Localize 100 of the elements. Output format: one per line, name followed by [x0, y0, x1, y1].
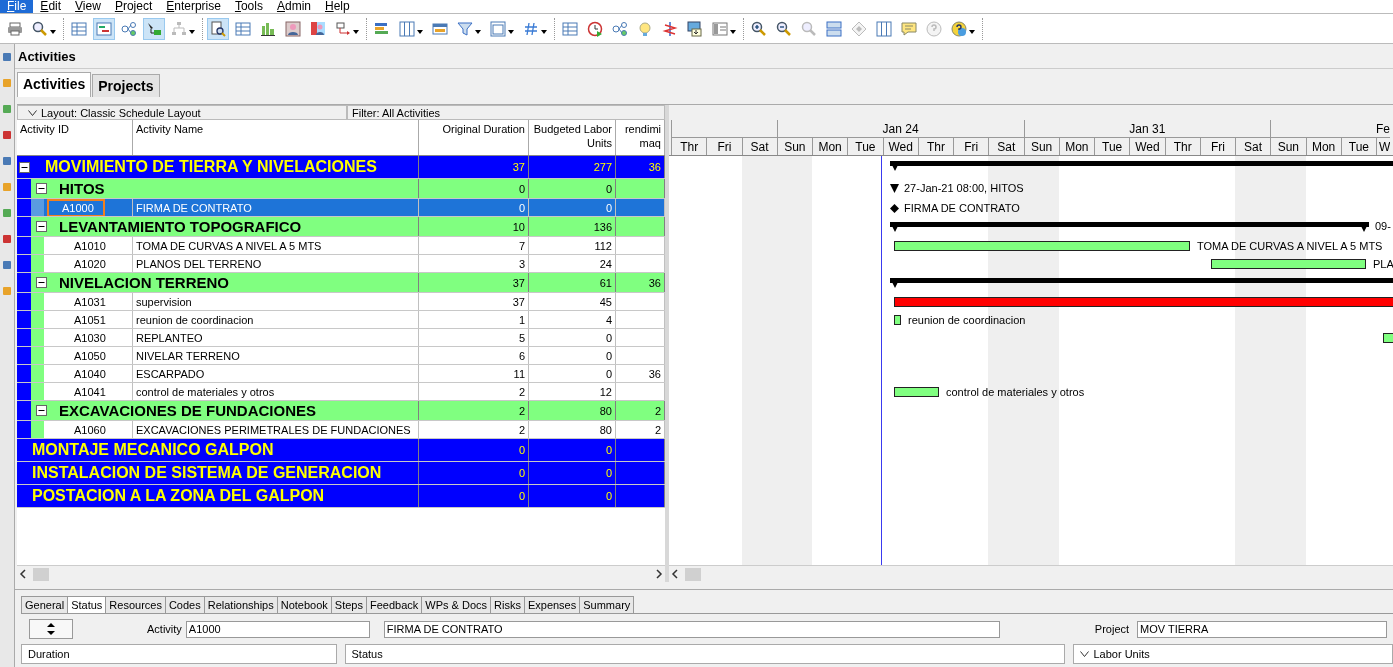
activity-row[interactable]: A1020 PLANOS DEL TERRENO 3 24: [17, 255, 665, 273]
activity-name: supervision: [133, 293, 419, 310]
wbs-row[interactable]: MOVIMIENTO DE TIERRA Y NIVELACIONES 37 277 36: [17, 156, 665, 179]
side-tool-icon[interactable]: [2, 156, 12, 166]
scroll-thumb[interactable]: [685, 567, 701, 581]
project-label: Project: [1094, 623, 1130, 635]
day-label: Tue: [1095, 138, 1131, 155]
activity-row[interactable]: A1000 FIRMA DE CONTRATO 0 0: [17, 199, 665, 217]
horizontal-scrollbar[interactable]: [17, 565, 665, 582]
side-tool-icon[interactable]: [2, 52, 12, 62]
table-cell: 0: [529, 329, 616, 346]
table-cell: 0: [419, 179, 529, 198]
table-icon: [71, 20, 87, 37]
side-tool-icon[interactable]: [2, 234, 12, 244]
table-cell: 45: [529, 293, 616, 310]
collapse-toggle[interactable]: [36, 277, 47, 288]
menu-item[interactable]: Admin: [269, 0, 318, 13]
menu-item[interactable]: Enterprise: [159, 0, 228, 13]
bar-label: PLA: [1373, 258, 1393, 270]
wbs-row[interactable]: POSTACION A LA ZONA DEL GALPON 0 0: [17, 485, 665, 508]
week-label: Jan 31: [1129, 121, 1166, 136]
activity-id: A1030: [73, 330, 105, 346]
side-tool-icon[interactable]: [2, 260, 12, 270]
detail-tab[interactable]: General: [21, 596, 69, 613]
menu-item[interactable]: File: [0, 0, 34, 13]
side-tool-icon[interactable]: [2, 130, 12, 140]
view-tab[interactable]: Projects: [92, 74, 160, 97]
scroll-left-icon[interactable]: [669, 568, 681, 580]
menu-item[interactable]: Project: [107, 0, 160, 13]
previous-next-button[interactable]: [29, 619, 73, 639]
activity-row[interactable]: A1030 REPLANTEO 5 0: [17, 329, 665, 347]
wbs-row[interactable]: MONTAJE MECANICO GALPON 0 0: [17, 439, 665, 462]
detail-tab[interactable]: Resources: [105, 596, 166, 613]
globe-icon: [951, 20, 967, 37]
detail-tab[interactable]: Notebook: [276, 596, 332, 613]
activity-id: A1020: [73, 256, 105, 272]
arrows-icon: [146, 20, 162, 37]
activity-name: control de materiales y otros: [133, 383, 419, 400]
monitor-icon: [687, 20, 703, 37]
table-cell: 37: [419, 273, 529, 292]
column-header[interactable]: Activity ID: [17, 120, 133, 155]
section-header[interactable]: Status: [344, 644, 1066, 664]
table-cell: 37: [419, 156, 529, 178]
toolbar-button[interactable]: [207, 17, 229, 40]
wbs-row[interactable]: LEVANTAMIENTO TOPOGRAFICO 10 136: [17, 217, 665, 237]
column-header[interactable]: Budgeted Labor Units: [529, 120, 616, 155]
activity-row[interactable]: A1041 control de materiales y otros 2 12: [17, 383, 665, 401]
collapse-toggle[interactable]: [36, 405, 47, 416]
detail-tab[interactable]: WPs & Docs: [421, 596, 492, 613]
column-header[interactable]: Original Duration: [419, 120, 529, 155]
activity-row[interactable]: A1060 EXCAVACIONES PERIMETRALES DE FUNDACIONES 2 80 2: [17, 421, 665, 439]
project-field[interactable]: MOV TIERRA: [1137, 620, 1388, 638]
wbs-row[interactable]: HITOS 0 0: [17, 179, 665, 199]
activity-label: Activity: [147, 623, 182, 635]
collapse-toggle[interactable]: [36, 221, 47, 232]
side-tool-icon[interactable]: [2, 104, 12, 114]
menu-item[interactable]: Help: [318, 0, 357, 13]
menu-item[interactable]: View: [68, 0, 108, 13]
wbs-row[interactable]: INSTALACION DE SISTEMA DE GENERACION 0 0: [17, 462, 665, 485]
horizontal-scrollbar[interactable]: [669, 565, 1393, 582]
activity-name: ESCARPADO: [133, 365, 419, 382]
calendar-icon: [432, 20, 448, 37]
gantt-icon: [96, 20, 112, 37]
menu-item[interactable]: Edit: [33, 0, 69, 13]
side-tool-icon[interactable]: [2, 208, 12, 218]
section-header[interactable]: Duration: [21, 644, 337, 664]
wbs-row[interactable]: EXCAVACIONES DE FUNDACIONES 2 80 2: [17, 401, 665, 421]
activity-row[interactable]: A1050 NIVELAR TERRENO 6 0: [17, 347, 665, 365]
scroll-thumb[interactable]: [33, 567, 49, 581]
view-tab[interactable]: Activities: [17, 72, 92, 97]
menu-item[interactable]: Tools: [227, 0, 270, 13]
detail-tab[interactable]: Steps: [330, 596, 367, 613]
activity-name-field[interactable]: FIRMA DE CONTRATO: [383, 620, 1000, 638]
activity-id-field[interactable]: A1000: [185, 620, 370, 638]
activity-name: TOMA DE CURVAS A NIVEL A 5 MTS: [133, 237, 419, 254]
detail-tab[interactable]: Relationships: [203, 596, 278, 613]
filter-label[interactable]: Filter: All Activities: [347, 105, 665, 120]
section-header[interactable]: Labor Units: [1073, 644, 1393, 664]
nodes-icon: [612, 20, 628, 37]
collapse-toggle[interactable]: [19, 161, 30, 173]
wbs-name: NIVELACION TERRENO: [58, 274, 229, 291]
activity-row[interactable]: A1031 supervision 37 45: [17, 293, 665, 311]
detail-tab[interactable]: Expenses: [523, 596, 581, 613]
activity-row[interactable]: A1040 ESCARPADO 11 0 36: [17, 365, 665, 383]
table-cell: 10: [419, 217, 529, 236]
detail-tab[interactable]: Summary: [579, 596, 635, 613]
detail-tab[interactable]: Codes: [164, 596, 205, 613]
column-header[interactable]: Activity Name: [133, 120, 419, 155]
scroll-right-icon[interactable]: [653, 568, 665, 580]
activity-row[interactable]: A1010 TOMA DE CURVAS A NIVEL A 5 MTS 7 112: [17, 237, 665, 255]
layout-selector[interactable]: Layout: Classic Schedule Layout: [17, 105, 347, 120]
table-cell: 112: [529, 237, 616, 254]
activity-row[interactable]: A1051 reunion de coordinacion 1 4: [17, 311, 665, 329]
detail-tab[interactable]: Risks: [490, 596, 525, 613]
collapse-toggle[interactable]: [36, 183, 47, 194]
table-cell: 0: [529, 347, 616, 364]
detail-tab[interactable]: Status: [67, 596, 107, 613]
scroll-left-icon[interactable]: [17, 568, 29, 580]
wbs-row[interactable]: NIVELACION TERRENO 37 61 36: [17, 273, 665, 293]
detail-tab[interactable]: Feedback: [366, 596, 423, 613]
